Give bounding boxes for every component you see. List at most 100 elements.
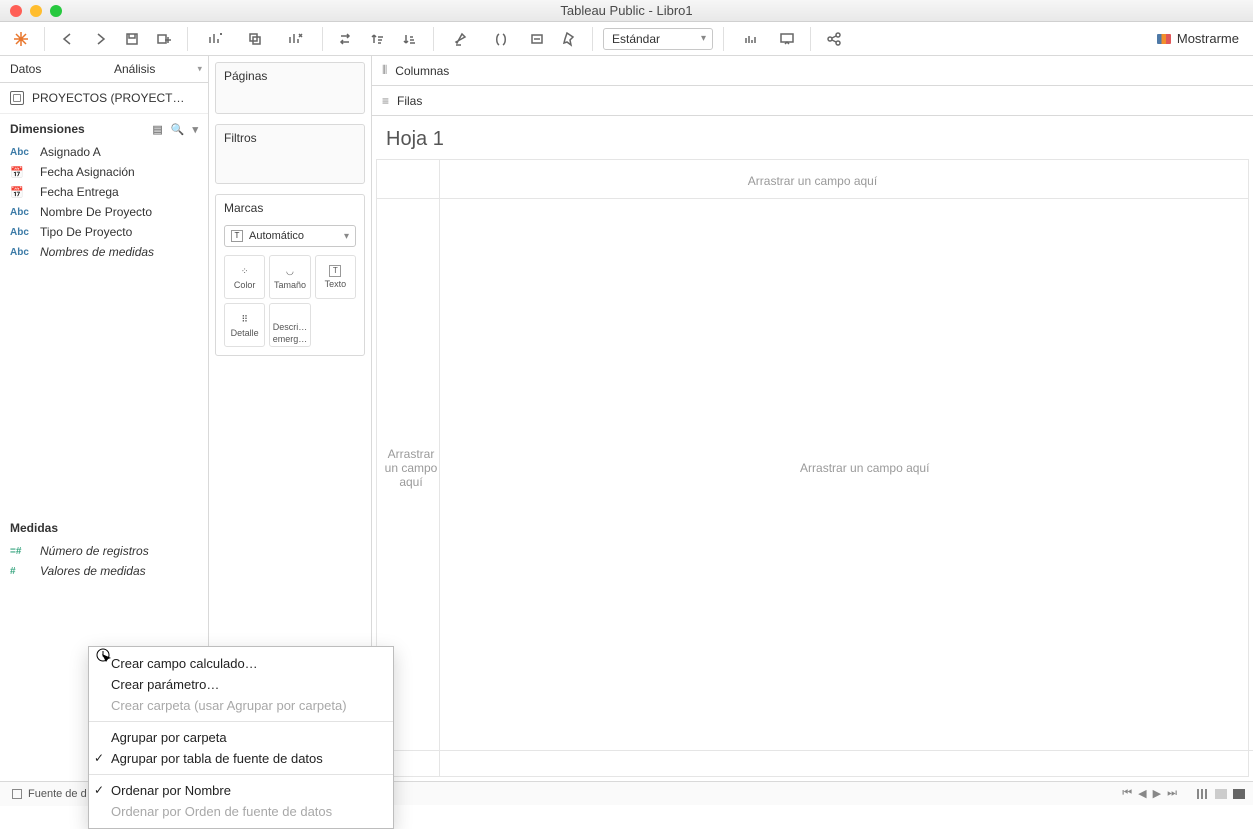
search-icon[interactable]: 🔍 <box>171 123 185 136</box>
rows-label: Filas <box>397 94 422 108</box>
sort-asc-button[interactable] <box>365 26 391 52</box>
color-icon: ⁘ <box>238 264 252 278</box>
dimensions-header: Dimensiones ▤ 🔍 ▾ <box>0 114 208 140</box>
filters-label: Filtros <box>216 125 364 151</box>
new-worksheet-button[interactable] <box>198 26 232 52</box>
measures-header: Medidas <box>0 513 208 539</box>
minimize-window-button[interactable] <box>30 5 42 17</box>
menu-group-by-table[interactable]: ✓Agrupar por tabla de fuente de datos <box>89 748 393 769</box>
tooltip-icon <box>283 306 297 320</box>
color-button[interactable]: ⁘Color <box>224 255 265 299</box>
datasource-name: PROYECTOS (PROYECT… <box>32 91 184 105</box>
size-icon: ◡ <box>283 264 297 278</box>
clear-button[interactable] <box>278 26 312 52</box>
filmstrip-view-icon[interactable] <box>1215 789 1227 799</box>
sheet-title[interactable]: Hoja 1 <box>372 116 1253 159</box>
dimension-field[interactable]: Fecha Asignación <box>0 162 208 182</box>
dimension-field[interactable]: AbcNombres de medidas <box>0 242 208 262</box>
menu-chevron-icon[interactable]: ▾ <box>192 123 198 136</box>
tab-analysis[interactable]: Análisis▾ <box>104 56 208 82</box>
fit-label: Estándar <box>612 32 660 46</box>
presentation-button[interactable] <box>774 26 800 52</box>
close-window-button[interactable] <box>10 5 22 17</box>
filters-shelf[interactable]: Filtros <box>215 124 365 184</box>
abc-icon: Abc <box>10 247 32 258</box>
toolbar-separator <box>723 27 724 51</box>
marks-card: Marcas T Automático ⁘Color ◡Tamaño TText… <box>215 194 365 356</box>
duplicate-button[interactable] <box>238 26 272 52</box>
bottom-nav: ⏮ ◀ ▶ ⏭ <box>1122 787 1253 800</box>
last-button[interactable]: ⏭ <box>1167 787 1177 800</box>
view-list-icon[interactable]: ▤ <box>152 123 162 136</box>
swap-button[interactable] <box>333 26 359 52</box>
columns-shelf[interactable]: ⦀ Columnas <box>372 56 1253 86</box>
sort-desc-button[interactable] <box>397 26 423 52</box>
drop-rows-hint: Arrastrar un campo aquí <box>383 447 439 489</box>
show-me-icon <box>1157 34 1171 44</box>
window-titlebar: Tableau Public - Libro1 <box>0 0 1253 22</box>
toolbar-separator <box>44 27 45 51</box>
new-datasource-button[interactable] <box>151 26 177 52</box>
marks-label: Marcas <box>216 195 364 221</box>
date-icon <box>10 166 32 179</box>
toolbar-separator <box>433 27 434 51</box>
number-icon: =# <box>10 546 32 557</box>
rows-shelf[interactable]: ≡ Filas <box>372 86 1253 116</box>
measure-field[interactable]: =#Número de registros <box>0 541 208 561</box>
pin-button[interactable] <box>556 26 582 52</box>
tab-data[interactable]: Datos <box>0 56 104 82</box>
menu-sort-by-ds-order[interactable]: Ordenar por Orden de fuente de datos <box>89 801 393 822</box>
labels-button[interactable] <box>524 26 550 52</box>
save-button[interactable] <box>119 26 145 52</box>
datasource-tab[interactable]: Fuente de d <box>0 782 100 806</box>
menu-sort-by-name[interactable]: ✓Ordenar por Nombre <box>89 780 393 801</box>
divider <box>372 750 1253 751</box>
group-button[interactable] <box>484 26 518 52</box>
context-menu: Crear campo calculado… Crear parámetro… … <box>88 646 394 829</box>
cursor-icon <box>96 648 112 664</box>
menu-group-by-folder[interactable]: Agrupar por carpeta <box>89 727 393 748</box>
viz-canvas[interactable]: Arrastrar un campo aquí Arrastrar un cam… <box>376 159 1249 777</box>
pages-label: Páginas <box>216 63 364 89</box>
pages-shelf[interactable]: Páginas <box>215 62 365 114</box>
undo-button[interactable] <box>55 26 81 52</box>
redo-button[interactable] <box>87 26 113 52</box>
rows-icon: ≡ <box>382 94 389 108</box>
tableau-logo-icon[interactable] <box>8 26 34 52</box>
canvas-hline <box>377 198 1248 199</box>
next-button[interactable]: ▶ <box>1153 787 1161 800</box>
menu-create-calc-field[interactable]: Crear campo calculado… <box>89 653 393 674</box>
prev-button[interactable]: ◀ <box>1138 787 1146 800</box>
text-icon: T <box>329 265 341 277</box>
check-icon: ✓ <box>94 751 104 765</box>
dimension-field[interactable]: AbcNombre De Proyecto <box>0 202 208 222</box>
tabs-view-icon[interactable] <box>1233 789 1245 799</box>
share-button[interactable] <box>821 26 847 52</box>
drop-columns-hint: Arrastrar un campo aquí <box>748 174 877 188</box>
fit-dropdown[interactable]: Estándar <box>603 28 713 50</box>
highlight-button[interactable] <box>444 26 478 52</box>
first-button[interactable]: ⏮ <box>1122 787 1132 800</box>
show-me-button[interactable]: Mostrarme <box>1151 31 1245 46</box>
menu-separator <box>89 774 393 775</box>
grid-view-icon[interactable] <box>1197 789 1209 799</box>
datasource-icon <box>10 91 24 105</box>
text-button[interactable]: TTexto <box>315 255 356 299</box>
tooltip-button[interactable]: Descri…emerg… <box>269 303 310 347</box>
size-button[interactable]: ◡Tamaño <box>269 255 310 299</box>
mark-type-dropdown[interactable]: T Automático <box>224 225 356 247</box>
dimension-field[interactable]: Fecha Entrega <box>0 182 208 202</box>
menu-create-parameter[interactable]: Crear parámetro… <box>89 674 393 695</box>
dimension-field[interactable]: AbcTipo De Proyecto <box>0 222 208 242</box>
dimension-field[interactable]: AbcAsignado A <box>0 142 208 162</box>
dimensions-list: AbcAsignado A Fecha Asignación Fecha Ent… <box>0 140 208 264</box>
measure-field[interactable]: #Valores de medidas <box>0 561 208 581</box>
abc-icon: Abc <box>10 227 32 238</box>
datasource-row[interactable]: PROYECTOS (PROYECT… <box>0 83 208 114</box>
toolbar-separator <box>810 27 811 51</box>
show-cards-button[interactable] <box>734 26 768 52</box>
main-toolbar: Estándar Mostrarme <box>0 22 1253 56</box>
datasource-tab-label: Fuente de d <box>28 788 87 800</box>
detail-button[interactable]: ⠿Detalle <box>224 303 265 347</box>
zoom-window-button[interactable] <box>50 5 62 17</box>
